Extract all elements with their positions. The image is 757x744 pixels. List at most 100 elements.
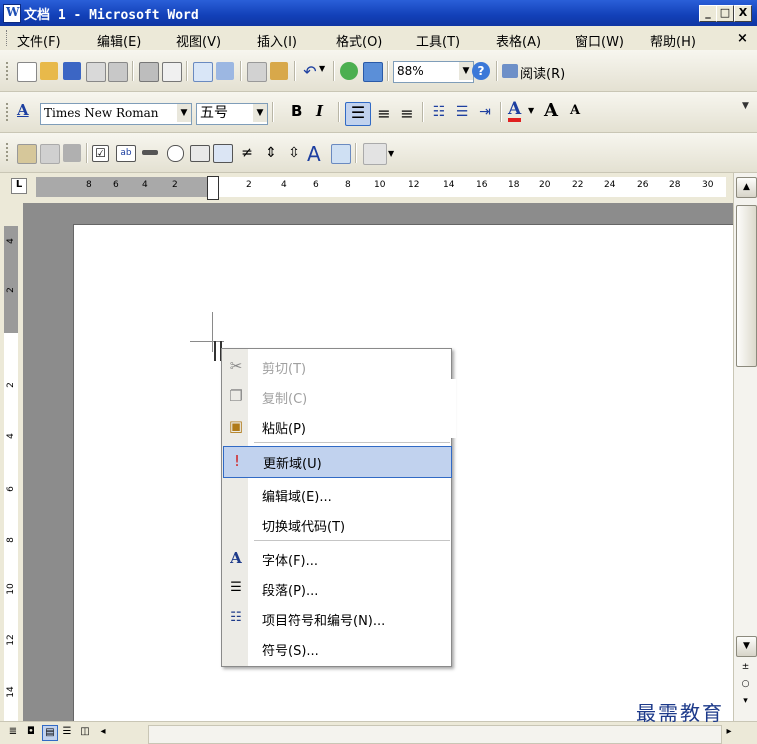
- print-layout-icon[interactable]: ▤: [42, 725, 58, 741]
- scrollbar-thumb[interactable]: [736, 205, 757, 367]
- indent-icon[interactable]: ⇥: [476, 104, 494, 122]
- open-folder-icon[interactable]: [40, 62, 58, 80]
- toolbar-separator: [387, 61, 389, 81]
- form-design-icon[interactable]: [17, 144, 37, 164]
- menu-insert[interactable]: 插入(I): [257, 31, 297, 50]
- menu-file[interactable]: 文件(F): [17, 31, 61, 50]
- align-center-icon[interactable]: ≡: [375, 104, 393, 123]
- menu-item-update-field[interactable]: ! 更新域(U): [223, 446, 452, 478]
- align-right-icon[interactable]: ≡: [398, 104, 416, 123]
- undo-dropdown-icon[interactable]: ▼: [319, 64, 327, 82]
- menu-item-toggle-field-codes[interactable]: 切换域代码(T): [223, 510, 450, 538]
- research-icon[interactable]: [216, 62, 234, 80]
- permission-icon[interactable]: [86, 62, 106, 82]
- ruler-number: 4: [281, 180, 287, 190]
- outline-view-icon[interactable]: ☰: [60, 725, 74, 739]
- hyperlink-icon[interactable]: [340, 62, 358, 80]
- chevron-down-icon[interactable]: ▼: [459, 62, 473, 80]
- close-button[interactable]: X: [734, 5, 752, 22]
- menu-help[interactable]: 帮助(H): [650, 31, 696, 50]
- scroll-left-button[interactable]: ◂: [96, 725, 110, 739]
- menubar-grip[interactable]: [6, 30, 10, 46]
- indent-marker[interactable]: [207, 176, 219, 200]
- print-preview-icon[interactable]: [162, 62, 182, 82]
- save-icon[interactable]: [63, 62, 81, 80]
- chevron-down-icon[interactable]: ▼: [177, 104, 191, 122]
- spin-button-icon[interactable]: ⇳: [285, 145, 303, 163]
- menu-item-font[interactable]: A 字体(F)...: [223, 544, 450, 572]
- toolbar-grip[interactable]: [6, 62, 11, 80]
- copy-icon[interactable]: [247, 62, 267, 82]
- next-page-icon[interactable]: ▾: [736, 692, 755, 711]
- font-size-select[interactable]: 五号 ▼: [196, 103, 268, 125]
- numbering-icon[interactable]: ☷: [430, 104, 448, 122]
- menu-format[interactable]: 格式(O): [336, 31, 382, 50]
- help-icon[interactable]: ?: [472, 62, 490, 80]
- chevron-down-icon[interactable]: ▼: [253, 104, 267, 122]
- more-controls-icon[interactable]: [363, 143, 387, 165]
- new-document-icon[interactable]: [17, 62, 37, 82]
- form-shading-icon[interactable]: [63, 144, 81, 162]
- align-justify-icon[interactable]: ☰: [345, 102, 371, 126]
- tab-selector-button[interactable]: L: [11, 178, 27, 194]
- insert-table-icon[interactable]: [363, 62, 383, 82]
- toolbar-options-icon[interactable]: ▼: [388, 149, 396, 167]
- vertical-scrollbar[interactable]: ▲ ▼ ± ○ ▾: [733, 173, 757, 721]
- spin-control-icon[interactable]: ⇕: [262, 145, 280, 163]
- window-title: 文档 1 - Microsoft Word: [24, 8, 199, 23]
- reading-view-icon[interactable]: ◫: [78, 725, 92, 739]
- toolbar-grip[interactable]: [6, 143, 11, 161]
- line-control-icon[interactable]: [142, 150, 158, 155]
- menu-item-edit-field[interactable]: 编辑域(E)...: [223, 480, 450, 508]
- toolbar-options-icon[interactable]: ▼: [742, 101, 752, 119]
- toolbar-grip[interactable]: [6, 103, 11, 121]
- horizontal-scrollbar[interactable]: [148, 725, 722, 744]
- menu-item-cut[interactable]: ✂ 剪切(T): [223, 352, 450, 380]
- read-button[interactable]: 阅读(R): [520, 63, 565, 82]
- minimize-button[interactable]: _: [699, 5, 717, 22]
- scroll-up-button[interactable]: ▲: [736, 177, 757, 198]
- grow-font-button[interactable]: A: [544, 100, 558, 121]
- image-control-icon[interactable]: [331, 144, 351, 164]
- web-view-icon[interactable]: ◘: [24, 725, 38, 739]
- menu-edit[interactable]: 编辑(E): [97, 31, 141, 50]
- styles-icon[interactable]: A: [17, 101, 29, 119]
- undo-icon[interactable]: ↶: [301, 62, 319, 81]
- zoom-select[interactable]: 88% ▼: [393, 61, 474, 83]
- horizontal-ruler[interactable]: 8 6 4 2 2 4 6 8 10 12 14 16 18 20 22 24 …: [36, 176, 726, 200]
- normal-view-icon[interactable]: ≣: [6, 725, 20, 739]
- scroll-down-button[interactable]: ▼: [736, 636, 757, 657]
- spelling-icon[interactable]: [193, 62, 213, 82]
- scroll-right-button[interactable]: ▸: [722, 725, 736, 739]
- font-color-dropdown-icon[interactable]: ▼: [528, 106, 536, 124]
- menu-item-paragraph[interactable]: ☰ 段落(P)...: [223, 574, 450, 602]
- menu-item-bullets-numbering[interactable]: ☷ 项目符号和编号(N)...: [223, 604, 450, 632]
- bold-button[interactable]: B: [291, 102, 302, 120]
- menu-table[interactable]: 表格(A): [496, 31, 541, 50]
- menu-item-symbol[interactable]: 符号(S)...: [223, 634, 450, 662]
- menu-tools[interactable]: 工具(T): [416, 31, 460, 50]
- maximize-button[interactable]: □: [716, 5, 734, 22]
- font-color-button[interactable]: A: [508, 100, 522, 122]
- scroll-control-icon[interactable]: ≠: [238, 145, 256, 163]
- bullets-icon[interactable]: ☰: [453, 104, 471, 122]
- read-icon[interactable]: [502, 64, 518, 78]
- word-app-icon[interactable]: [3, 4, 21, 23]
- listbox-control-icon[interactable]: [190, 145, 210, 162]
- menu-view[interactable]: 视图(V): [176, 31, 221, 50]
- italic-button[interactable]: I: [316, 102, 323, 120]
- close-document-button[interactable]: ×: [737, 31, 748, 46]
- vertical-ruler[interactable]: 4 2 2 4 6 8 10 12 14: [0, 203, 23, 723]
- shrink-font-button[interactable]: A: [570, 103, 580, 118]
- textbox-control-icon[interactable]: ab: [116, 145, 136, 162]
- menu-window[interactable]: 窗口(W): [575, 31, 624, 50]
- email-icon[interactable]: [108, 62, 128, 82]
- print-icon[interactable]: [139, 62, 159, 82]
- option-button-icon[interactable]: [167, 145, 184, 162]
- frame-control-icon[interactable]: [213, 144, 233, 163]
- font-name-select[interactable]: Times New Roman ▼: [40, 103, 192, 125]
- checkbox-control-icon[interactable]: ☑: [92, 145, 109, 162]
- form-properties-icon[interactable]: [40, 144, 60, 164]
- paste-icon[interactable]: [270, 62, 288, 80]
- label-control-icon[interactable]: A: [307, 142, 321, 166]
